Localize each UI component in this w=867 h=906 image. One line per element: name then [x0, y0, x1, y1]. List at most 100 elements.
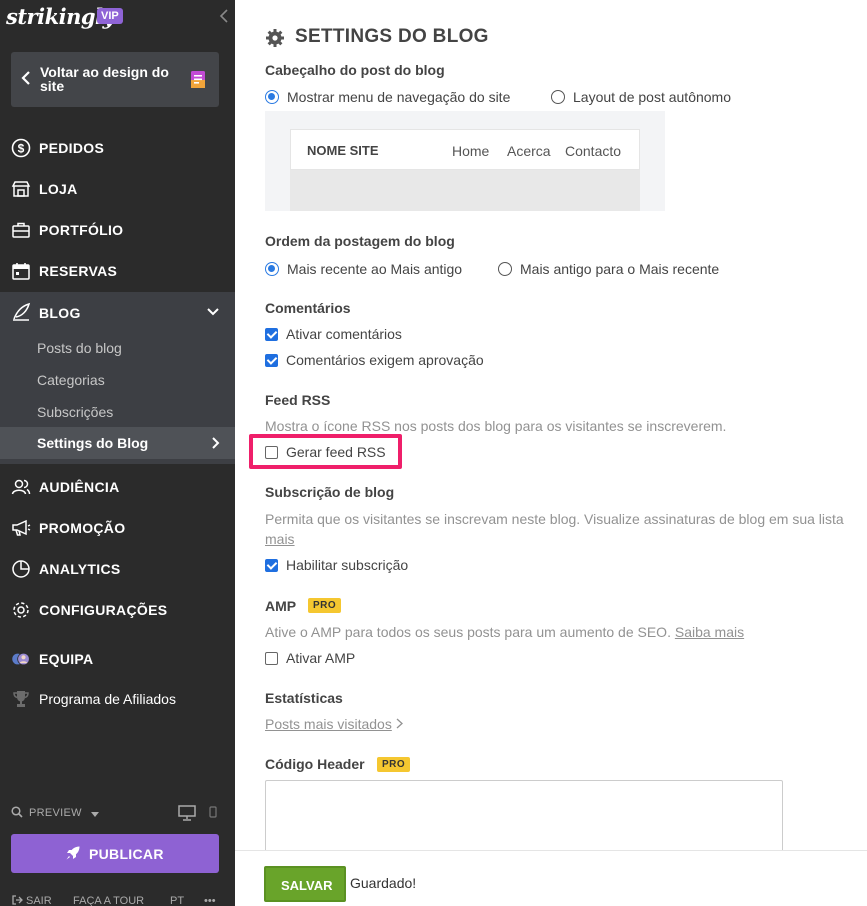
radio-oldest-first-control[interactable] — [498, 262, 512, 276]
sidebar-item-categories[interactable]: Categorias — [37, 372, 105, 388]
page-title: SETTINGS DO BLOG — [295, 26, 489, 47]
nav-analytics-label: ANALYTICS — [39, 561, 121, 577]
main-content: SETTINGS DO BLOG Cabeçalho do post do bl… — [235, 0, 867, 906]
save-footer: SALVAR Guardado! — [235, 850, 867, 906]
nav-promotion[interactable]: PROMOÇÃO — [0, 508, 235, 548]
caret-down-icon — [91, 812, 99, 817]
radio-show-nav-control[interactable] — [265, 90, 279, 104]
nav-bookings-label: RESERVAS — [39, 263, 118, 279]
stats-section-title: Estatísticas — [265, 690, 343, 706]
page-editor-icon — [191, 71, 205, 88]
checkbox-enable-subscription-label: Habilitar subscrição — [286, 557, 409, 573]
nav-store[interactable]: LOJA — [0, 169, 235, 209]
amp-pro-badge: PRO — [308, 598, 342, 613]
nav-settings[interactable]: CONFIGURAÇÕES — [0, 590, 235, 630]
nav-analytics[interactable]: ANALYTICS — [0, 549, 235, 589]
checkbox-enable-subscription[interactable]: Habilitar subscrição — [265, 556, 408, 574]
gear-icon — [266, 29, 284, 47]
radio-standalone[interactable]: Layout de post autônomo — [551, 88, 731, 106]
pie-chart-icon — [11, 559, 31, 579]
checkbox-enable-comments-label: Ativar comentários — [286, 326, 402, 342]
nav-portfolio[interactable]: PORTFÓLIO — [0, 210, 235, 250]
radio-newest-first-control[interactable] — [265, 262, 279, 276]
save-button[interactable]: SALVAR — [264, 866, 346, 902]
chevron-left-icon — [21, 71, 30, 85]
save-button-label: SALVAR — [281, 878, 333, 893]
search-icon — [11, 806, 23, 818]
radio-newest-first-label: Mais recente ao Mais antigo — [287, 261, 463, 277]
preview-link: Acerca — [507, 143, 551, 159]
subscription-description: Permita que os visitantes se inscrevam n… — [265, 511, 844, 527]
chevron-right-icon — [396, 718, 403, 729]
checkbox-enable-amp-label: Ativar AMP — [286, 650, 356, 666]
checkbox-comments-approval[interactable]: Comentários exigem aprovação — [265, 351, 484, 369]
radio-oldest-first-label: Mais antigo para o Mais recente — [520, 261, 720, 277]
radio-oldest-first[interactable]: Mais antigo para o Mais recente — [498, 260, 719, 278]
nav-blog[interactable]: BLOG — [0, 292, 235, 332]
nav-orders[interactable]: $ PEDIDOS — [0, 128, 235, 168]
rss-description: Mostra o ícone RSS nos posts dos blog pa… — [265, 418, 727, 434]
rss-section-title: Feed RSS — [265, 392, 331, 408]
blog-section: BLOG Posts do blog Categorias Subscriçõe… — [0, 292, 235, 464]
exit-link[interactable]: SAIR — [26, 895, 52, 906]
checkbox-comments-approval-label: Comentários exigem aprovação — [286, 352, 484, 368]
sidebar-item-subscriptions[interactable]: Subscrições — [37, 404, 113, 420]
most-visited-posts-link[interactable]: Posts mais visitados — [265, 716, 403, 732]
header-code-section-title: Código Header — [265, 756, 365, 772]
store-icon — [11, 179, 31, 199]
preview-body — [290, 170, 640, 211]
mobile-preview-icon[interactable] — [209, 806, 217, 818]
checkbox-generate-rss-control[interactable] — [265, 445, 278, 459]
desktop-preview-icon[interactable] — [178, 805, 196, 821]
nav-store-label: LOJA — [39, 181, 78, 197]
nav-blog-label: BLOG — [39, 305, 81, 321]
rocket-icon — [66, 846, 80, 860]
checkbox-enable-amp-control[interactable] — [265, 651, 278, 665]
checkbox-generate-rss-label: Gerar feed RSS — [286, 444, 386, 460]
language-selector[interactable]: PT — [170, 895, 184, 906]
exit-icon — [12, 895, 23, 905]
subscription-section-title: Subscrição de blog — [265, 484, 395, 500]
checkbox-enable-comments-control[interactable] — [265, 327, 278, 341]
nav-affiliates[interactable]: Programa de Afiliados — [0, 679, 235, 719]
checkbox-enable-comments[interactable]: Ativar comentários — [265, 325, 402, 343]
collapse-sidebar-icon[interactable] — [219, 9, 229, 23]
tour-link[interactable]: FAÇA A TOUR — [73, 895, 144, 906]
nav-promotion-label: PROMOÇÃO — [39, 520, 126, 536]
sidebar-item-blog-posts[interactable]: Posts do blog — [37, 340, 122, 356]
header-section-title: Cabeçalho do post do blog — [265, 62, 445, 78]
checkbox-comments-approval-control[interactable] — [265, 353, 278, 367]
nav-bookings[interactable]: RESERVAS — [0, 251, 235, 291]
radio-newest-first[interactable]: Mais recente ao Mais antigo — [265, 260, 462, 278]
users-icon — [11, 477, 31, 497]
more-menu[interactable]: ••• — [204, 895, 216, 906]
vip-badge: VIP — [97, 8, 123, 24]
nav-team[interactable]: EQUIPA — [0, 639, 235, 679]
checkbox-enable-subscription-control[interactable] — [265, 558, 278, 572]
sidebar-item-blog-settings[interactable]: Settings do Blog — [0, 427, 235, 459]
header-code-textarea[interactable] — [265, 780, 783, 860]
subscription-more-link[interactable]: mais — [265, 531, 295, 547]
team-avatars-icon — [11, 649, 31, 669]
radio-show-nav-label: Mostrar menu de navegação do site — [287, 89, 511, 105]
nav-settings-label: CONFIGURAÇÕES — [39, 602, 168, 618]
amp-learn-more-link[interactable]: Saiba mais — [675, 624, 744, 640]
amp-description: Ative o AMP para todos os seus posts par… — [265, 624, 744, 640]
megaphone-icon — [11, 518, 31, 538]
trophy-icon — [11, 689, 31, 709]
sidebar-bottom-links: SAIR FAÇA A TOUR PT ••• — [0, 893, 235, 906]
checkbox-generate-rss[interactable]: Gerar feed RSS — [265, 443, 386, 461]
radio-show-nav[interactable]: Mostrar menu de navegação do site — [265, 88, 510, 106]
dollar-circle-icon: $ — [11, 138, 31, 158]
header-code-pro-badge: PRO — [377, 757, 411, 772]
back-to-design-button[interactable]: Voltar ao design do site — [11, 52, 219, 107]
nav-audience-label: AUDIÊNCIA — [39, 479, 120, 495]
nav-team-label: EQUIPA — [39, 651, 94, 667]
checkbox-enable-amp[interactable]: Ativar AMP — [265, 649, 355, 667]
calendar-icon — [11, 261, 31, 281]
radio-standalone-control[interactable] — [551, 90, 565, 104]
preview-dropdown[interactable]: PREVIEW — [29, 807, 82, 819]
nav-audience[interactable]: AUDIÊNCIA — [0, 467, 235, 507]
quill-icon — [11, 302, 31, 322]
publish-button[interactable]: PUBLICAR — [11, 834, 219, 873]
